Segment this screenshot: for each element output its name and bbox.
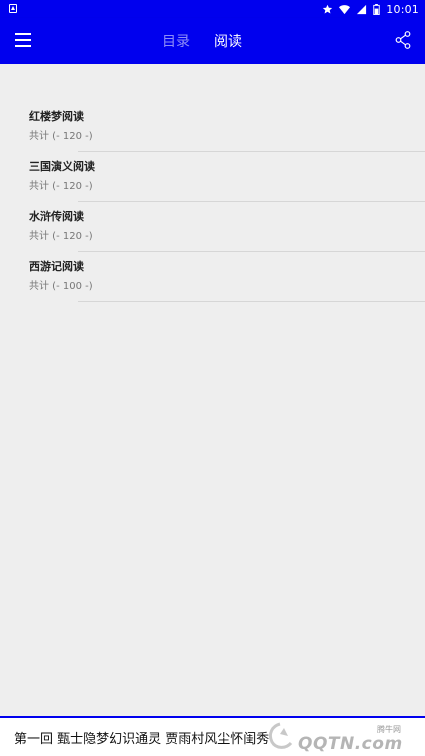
list-item[interactable]: 红楼梦阅读 共计 (- 120 -) xyxy=(0,102,425,152)
book-count: 共计 (- 120 -) xyxy=(29,231,93,242)
status-bar: 10:01 xyxy=(0,0,425,18)
book-count: 共计 (- 100 -) xyxy=(29,281,93,292)
list-item[interactable]: 三国演义阅读 共计 (- 120 -) xyxy=(0,152,425,202)
signal-icon xyxy=(357,4,367,14)
wifi-icon xyxy=(339,4,351,14)
book-list: 红楼梦阅读 共计 (- 120 -) 三国演义阅读 共计 (- 120 -) 水… xyxy=(0,102,425,302)
hamburger-icon-line xyxy=(15,45,31,47)
logo-icon xyxy=(268,722,293,749)
tab-catalog[interactable]: 目录 xyxy=(150,31,202,51)
hamburger-icon xyxy=(15,33,31,35)
watermark-text: QQTN.com xyxy=(298,734,403,754)
star-icon xyxy=(323,4,333,13)
status-time: 10:01 xyxy=(386,2,419,16)
book-count: 共计 (- 120 -) xyxy=(29,181,93,192)
menu-button[interactable] xyxy=(15,33,31,47)
tab-bar: 目录 阅读 xyxy=(150,18,254,64)
divider xyxy=(78,301,425,302)
current-chapter-text[interactable]: 第一回 甄士隐梦幻识通灵 贾雨村风尘怀闺秀 xyxy=(14,728,269,747)
book-title: 水浒传阅读 xyxy=(29,210,84,223)
notification-icon xyxy=(9,4,17,13)
list-item[interactable]: 水浒传阅读 共计 (- 120 -) xyxy=(0,202,425,252)
battery-icon xyxy=(373,3,381,15)
status-icons: 10:01 xyxy=(322,0,419,18)
share-icon xyxy=(395,31,411,49)
book-title: 红楼梦阅读 xyxy=(29,110,84,123)
bottom-bar[interactable]: 第一回 甄士隐梦幻识通灵 贾雨村风尘怀闺秀 QQTN.com 腾牛网 xyxy=(0,716,425,756)
book-count: 共计 (- 120 -) xyxy=(29,131,93,142)
hamburger-icon-line xyxy=(15,39,31,41)
tab-reading[interactable]: 阅读 xyxy=(202,31,254,51)
book-title: 三国演义阅读 xyxy=(29,160,95,173)
app-bar: 目录 阅读 xyxy=(0,18,425,64)
share-button[interactable] xyxy=(395,31,411,49)
list-item[interactable]: 西游记阅读 共计 (- 100 -) xyxy=(0,252,425,302)
watermark-small-text: 腾牛网 xyxy=(377,725,401,734)
watermark-logo: QQTN.com 腾牛网 xyxy=(262,718,422,756)
content-area: 红楼梦阅读 共计 (- 120 -) 三国演义阅读 共计 (- 120 -) 水… xyxy=(0,64,425,716)
book-title: 西游记阅读 xyxy=(29,260,84,273)
